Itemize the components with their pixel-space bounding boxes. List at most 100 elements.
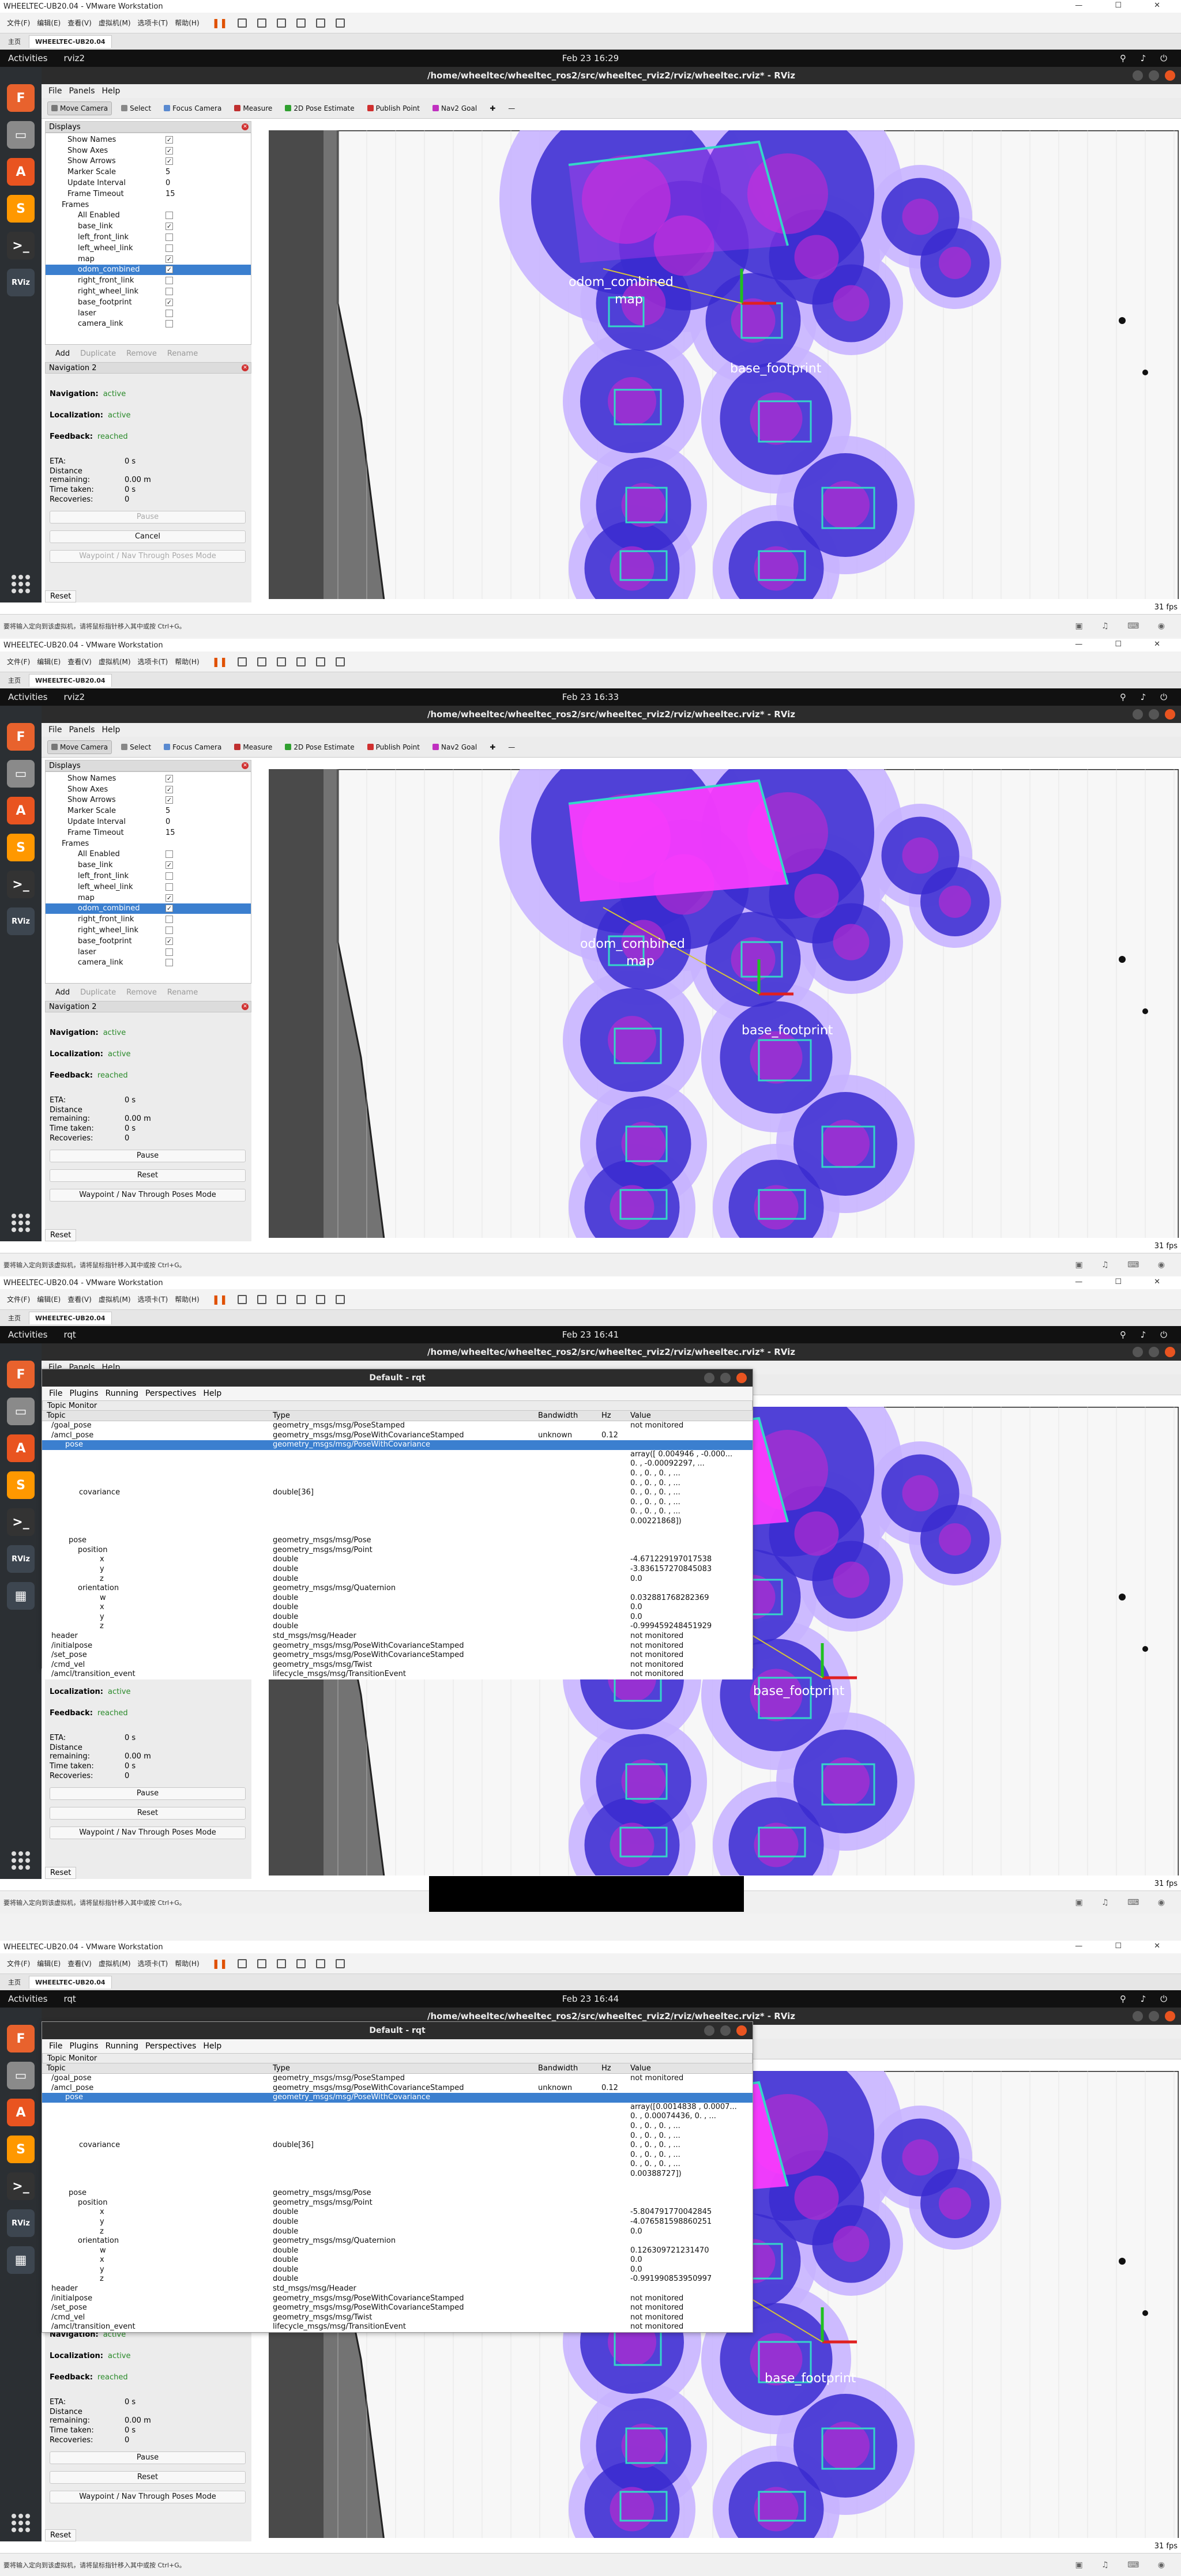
rviz-menu-item[interactable]: Help [102, 86, 121, 96]
tree-checkbox[interactable] [166, 234, 173, 242]
vmware-menu-item[interactable]: 编辑(E) [37, 1294, 61, 1304]
software-icon[interactable]: A [7, 1434, 35, 1462]
table-row[interactable]: array([0.0014838 , 0.0007... [42, 2103, 753, 2112]
pause-vm-icon[interactable]: ❚❚ [212, 656, 228, 667]
sublime-icon[interactable]: S [7, 1471, 35, 1499]
remove-tool-icon[interactable]: — [505, 741, 518, 754]
tree-row[interactable]: Frames [46, 199, 251, 210]
tool-nav2-goal[interactable]: Nav2 Goal [429, 102, 480, 115]
table-row[interactable]: 0. , 0. , 0. , ... [42, 1469, 753, 1479]
table-row[interactable]: pose geometry_msgs/msg/Pose [42, 2189, 753, 2198]
tree-row[interactable]: left_wheel_link [46, 882, 251, 892]
vmware-menu-item[interactable]: 选项卡(T) [138, 1294, 168, 1304]
activities-button[interactable]: Activities [8, 1994, 47, 2004]
waypoint-mode-button[interactable]: Waypoint / Nav Through Poses Mode [50, 2491, 246, 2503]
tree-row[interactable]: left_front_link [46, 871, 251, 882]
vmware-menu-item[interactable]: 选项卡(T) [138, 1959, 168, 1968]
vmware-menu-item[interactable]: 编辑(E) [37, 18, 61, 28]
column-header[interactable]: Hz [601, 2064, 611, 2073]
app-menu[interactable]: rviz2 [63, 692, 85, 702]
window-controls[interactable]: — ☐ ✕ [1075, 1278, 1175, 1286]
vm-toolbar-icon[interactable] [316, 1959, 326, 1968]
vm-toolbar-icon[interactable] [238, 18, 247, 28]
tree-checkbox[interactable] [166, 959, 173, 967]
display-button[interactable]: Add [55, 988, 70, 997]
vm-tab[interactable]: WHEELTEC-UB20.04 [29, 1312, 112, 1324]
tree-checkbox[interactable]: ✓ [166, 861, 173, 869]
rviz-reset-button[interactable]: Reset [45, 2529, 77, 2541]
vm-toolbar-icon[interactable] [316, 1294, 326, 1304]
tree-checkbox[interactable]: ✓ [166, 905, 173, 913]
waypoint-mode-button[interactable]: Waypoint / Nav Through Poses Mode [50, 1189, 246, 1202]
rviz-3d-view[interactable]: odom_combinedmap base_footprint [269, 769, 1179, 1238]
vmware-menu-item[interactable]: 帮助(H) [175, 657, 199, 666]
rviz-menu-item[interactable]: File [48, 725, 62, 735]
tree-checkbox[interactable] [166, 850, 173, 858]
vmware-menu-item[interactable]: 查看(V) [67, 1959, 92, 1968]
close-icon[interactable] [736, 2025, 747, 2036]
table-row[interactable]: 0. , 0. , 0. , ... [42, 1498, 753, 1508]
tree-value[interactable]: 5 [166, 807, 170, 815]
software-icon[interactable]: A [7, 797, 35, 824]
column-header[interactable]: Topic [47, 1411, 66, 1420]
table-row[interactable]: /goal_pose geometry_msgs/msg/PoseStamped n… [42, 2074, 753, 2084]
minimize-icon[interactable] [1133, 709, 1143, 720]
rviz-menu-item[interactable]: File [48, 86, 62, 96]
close-icon[interactable]: ✕ [242, 364, 249, 371]
tree-value[interactable]: 15 [166, 190, 175, 198]
reset-button[interactable]: Reset [50, 1169, 246, 1182]
tool-select[interactable]: Select [118, 102, 155, 115]
terminal-icon[interactable]: >_ [7, 232, 35, 259]
terminal-icon[interactable]: >_ [7, 2172, 35, 2200]
vmware-menu-item[interactable]: 帮助(H) [175, 18, 199, 28]
rviz-reset-button[interactable]: Reset [45, 590, 77, 602]
tree-checkbox[interactable]: ✓ [166, 266, 173, 274]
tree-checkbox[interactable]: ✓ [166, 223, 173, 231]
maximize-icon[interactable] [1149, 709, 1159, 720]
map-view[interactable]: odom_combinedmap base_footprint [269, 769, 1179, 1238]
table-row[interactable]: x double 0.0 [42, 2255, 753, 2265]
tree-row[interactable]: odom_combined ✓ [46, 903, 251, 914]
tool-nav2-goal[interactable]: Nav2 Goal [429, 741, 480, 754]
vm-toolbar-icon[interactable] [277, 1959, 287, 1968]
rviz-icon[interactable]: RViz [7, 1545, 35, 1573]
vmware-menu-item[interactable]: 编辑(E) [37, 1959, 61, 1968]
column-header[interactable]: Value [630, 2064, 651, 2073]
pause-vm-icon[interactable]: ❚❚ [212, 1958, 228, 1969]
tree-checkbox[interactable]: ✓ [166, 135, 173, 144]
tree-row[interactable]: left_wheel_link [46, 243, 251, 254]
activities-button[interactable]: Activities [8, 53, 47, 63]
vm-toolbar-icon[interactable] [277, 1294, 287, 1304]
tree-row[interactable]: base_footprint ✓ [46, 936, 251, 947]
tree-row[interactable]: Marker Scale 5 [46, 167, 251, 178]
vm-toolbar-icon[interactable] [238, 1959, 247, 1968]
rviz-menu-item[interactable]: Panels [69, 86, 95, 96]
tree-row[interactable]: right_front_link [46, 275, 251, 286]
app-menu[interactable]: rviz2 [63, 53, 85, 63]
vmware-menu-item[interactable]: 文件(F) [7, 1959, 30, 1968]
terminal-icon[interactable]: >_ [7, 871, 35, 898]
tree-checkbox[interactable] [166, 288, 173, 296]
device-icons[interactable]: ▣ ♫ ⌨ ◉ [1075, 2560, 1173, 2570]
tool-move-camera[interactable]: Move Camera [47, 101, 112, 115]
maximize-icon[interactable] [1149, 1347, 1159, 1357]
table-row[interactable]: covariance double[36] 0. , 0. , 0. , ... [42, 1488, 753, 1498]
table-row[interactable]: /cmd_vel geometry_msgs/msg/Twist not monit… [42, 2313, 753, 2323]
tree-row[interactable]: Marker Scale 5 [46, 805, 251, 816]
topic-table-body[interactable]: /goal_pose geometry_msgs/msg/PoseStamped n… [42, 2074, 753, 2333]
rqt-menu-item[interactable]: Running [106, 2042, 138, 2051]
tree-row[interactable]: Update Interval 0 [46, 178, 251, 189]
tree-checkbox[interactable] [166, 872, 173, 880]
displays-tree[interactable]: Show Names ✓ Show Axes ✓ Show Arrows ✓ Marker … [45, 133, 251, 345]
table-row[interactable]: /initialpose geometry_msgs/msg/PoseWithCo… [42, 1641, 753, 1651]
vm-toolbar-icon[interactable] [257, 18, 267, 28]
vm-toolbar-icon[interactable] [296, 657, 306, 666]
tree-value[interactable]: 0 [166, 818, 170, 826]
table-row[interactable]: 0. , 0. , 0. , ... [42, 2160, 753, 2170]
close-icon[interactable] [1165, 70, 1175, 81]
table-row[interactable]: z double -0.991990853950997 [42, 2274, 753, 2284]
tool-select[interactable]: Select [118, 741, 155, 754]
tool-focus-camera[interactable]: Focus Camera [160, 741, 225, 754]
vm-toolbar-icon[interactable] [336, 1294, 345, 1304]
activities-button[interactable]: Activities [8, 692, 47, 702]
